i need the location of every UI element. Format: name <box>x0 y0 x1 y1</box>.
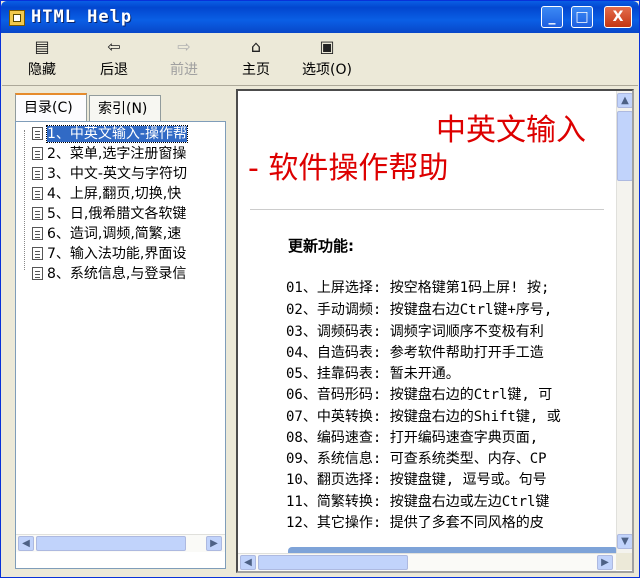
feature-line: 06、音码形码: 按键盘右边的Ctrl键, 可 <box>286 387 553 403</box>
document-icon <box>32 147 43 160</box>
topic-heading-line2: - 软件操作帮助 <box>248 151 449 186</box>
hide-button[interactable]: ▤ 隐藏 <box>22 37 62 81</box>
document-icon <box>32 167 43 180</box>
back-arrow-icon: ⇦ <box>107 37 121 56</box>
options-button[interactable]: ▣ 选项(O) <box>296 37 358 81</box>
feature-line: 08、编码速查: 打开编码速查字典页面, <box>286 430 539 446</box>
feature-line: 05、挂靠码表: 暂未开通。 <box>286 366 460 382</box>
tree-item-label: 6、造词,调频,简繁,速 <box>47 226 182 242</box>
maximize-button[interactable]: □ <box>571 6 593 28</box>
tree-item[interactable]: 7、输入法功能,界面设 <box>32 244 186 264</box>
options-label: 选项(O) <box>302 62 352 78</box>
tree-item-label: 8、系统信息,与登录信 <box>47 266 187 282</box>
tree-item-label: 2、菜单,选字注册窗操 <box>47 146 187 162</box>
topic-vertical-scrollbar[interactable]: ▲ ▼ <box>616 91 632 553</box>
tree-item[interactable]: 5、日,俄希腊文各软键 <box>32 204 186 224</box>
document-icon <box>32 207 43 220</box>
tree-item[interactable]: 6、造词,调频,简繁,速 <box>32 224 181 244</box>
document-icon <box>32 267 43 280</box>
minimize-button[interactable]: _ <box>541 6 563 28</box>
forward-label: 前进 <box>170 62 198 78</box>
feature-line: 01、上屏选择: 按空格键第1码上屏! 按; <box>286 280 550 296</box>
feature-line: 07、中英转换: 按键盘右边的Shift键, 或 <box>286 409 561 425</box>
scroll-right-button[interactable]: ▶ <box>206 536 222 551</box>
home-label: 主页 <box>242 62 270 78</box>
tree-item[interactable]: 3、中文-英文与字符切 <box>32 164 187 184</box>
section-subhead: 更新功能: <box>288 237 354 255</box>
tab-index[interactable]: 索引(N) <box>89 95 161 121</box>
tree-item[interactable]: 4、上屏,翻页,切换,快 <box>32 184 181 204</box>
scroll-right-button[interactable]: ▶ <box>597 555 613 570</box>
back-label: 后退 <box>100 62 128 78</box>
feature-line: 04、自造码表: 参考软件帮助打开手工造 <box>286 345 544 361</box>
contents-tree[interactable]: 1、中英文输入-操作帮 2、菜单,选字注册窗操 3、中文-英文与字符切 4、上屏… <box>15 121 226 569</box>
help-window: HTML Help _ □ X ▤ 隐藏 ⇦ 后退 ⇨ 前进 ⌂ 主页 ▣ 选项… <box>0 0 640 578</box>
navigation-pane: 目录(C) 索引(N) 1、中英文输入-操作帮 2、菜单,选字注册窗操 3、中文… <box>7 89 230 573</box>
tab-contents[interactable]: 目录(C) <box>15 93 87 121</box>
tree-horizontal-scrollbar[interactable]: ◀ ▶ <box>16 534 225 552</box>
tree-item-label: 3、中文-英文与字符切 <box>47 166 187 182</box>
feature-line: 10、翻页选择: 按键盘键, 逗号或。句号 <box>286 472 547 488</box>
topic-heading-line1: 中英文输入 <box>436 113 586 148</box>
options-icon: ▣ <box>319 37 335 56</box>
title-bar[interactable]: HTML Help _ □ X <box>1 1 639 33</box>
scroll-down-button[interactable]: ▼ <box>617 534 632 549</box>
tree-item-label: 7、输入法功能,界面设 <box>47 246 187 262</box>
home-button[interactable]: ⌂ 主页 <box>236 37 276 81</box>
forward-button[interactable]: ⇨ 前进 <box>164 37 204 81</box>
toolbar: ▤ 隐藏 ⇦ 后退 ⇨ 前进 ⌂ 主页 ▣ 选项(O) <box>2 33 638 86</box>
help-app-icon <box>9 10 25 26</box>
scroll-thumb[interactable] <box>258 555 408 570</box>
scroll-left-button[interactable]: ◀ <box>240 555 256 570</box>
forward-arrow-icon: ⇨ <box>177 37 191 56</box>
scrollbar-corner <box>616 553 632 570</box>
hide-label: 隐藏 <box>28 62 56 78</box>
tree-item-label: 1、中英文输入-操作帮 <box>46 125 188 143</box>
close-button[interactable]: X <box>604 6 632 28</box>
document-icon <box>32 187 43 200</box>
tree-item-label: 4、上屏,翻页,切换,快 <box>47 186 182 202</box>
tree-item[interactable]: 8、系统信息,与登录信 <box>32 264 186 284</box>
feature-line: 02、手动调频: 按键盘右边Ctrl键+序号, <box>286 302 553 318</box>
tree-item[interactable]: 2、菜单,选字注册窗操 <box>32 144 186 164</box>
divider <box>250 209 604 210</box>
window-title: HTML Help <box>31 7 133 27</box>
scroll-thumb[interactable] <box>36 536 186 551</box>
feature-line: 09、系统信息: 可查系统类型、内存、CP <box>286 451 547 467</box>
tree-item-label: 5、日,俄希腊文各软键 <box>47 206 187 222</box>
scroll-left-button[interactable]: ◀ <box>18 536 34 551</box>
hide-pane-icon: ▤ <box>34 37 50 56</box>
document-icon <box>32 227 43 240</box>
topic-horizontal-scrollbar[interactable]: ◀ ▶ <box>238 553 616 571</box>
topic-content: 中英文输入 - 软件操作帮助 更新功能: 01、上屏选择: 按空格键第1码上屏!… <box>238 91 616 553</box>
feature-line: 12、其它操作: 提供了多套不同风格的皮 <box>286 515 544 531</box>
home-icon: ⌂ <box>250 37 262 56</box>
tree-item[interactable]: 1、中英文输入-操作帮 <box>32 124 188 144</box>
document-icon <box>32 127 43 140</box>
feature-line: 03、调频码表: 调频字词顺序不变极有利 <box>286 324 544 340</box>
document-icon <box>32 247 43 260</box>
scroll-up-button[interactable]: ▲ <box>617 93 632 108</box>
back-button[interactable]: ⇦ 后退 <box>94 37 134 81</box>
scroll-thumb[interactable] <box>617 111 632 181</box>
feature-line: 11、简繁转换: 按键盘右边或左边Ctrl键 <box>286 494 550 510</box>
topic-pane: 中英文输入 - 软件操作帮助 更新功能: 01、上屏选择: 按空格键第1码上屏!… <box>236 89 634 573</box>
